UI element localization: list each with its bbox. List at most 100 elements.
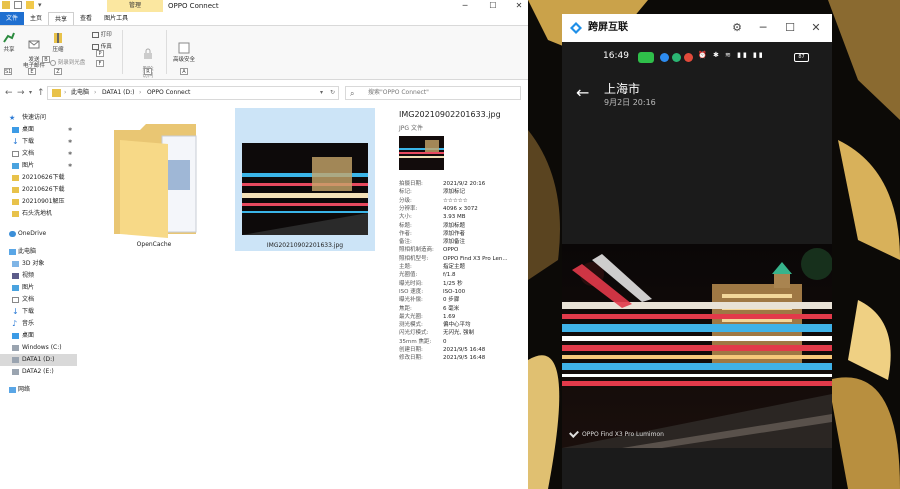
breadcrumb-this-pc[interactable]: 此电脑 <box>71 87 89 99</box>
document-icon <box>12 297 19 303</box>
nav-documents-pc[interactable]: 文档 <box>0 294 77 306</box>
folder-icon <box>52 89 61 97</box>
file-item-folder[interactable]: OpenCache <box>102 114 206 254</box>
nav-label: 3D 对象 <box>22 260 45 267</box>
close-button[interactable]: ✕ <box>807 14 825 42</box>
watermark-text: OPPO Find X3 Pro Lumimon <box>582 431 664 438</box>
settings-icon[interactable]: ⚙ <box>728 14 746 42</box>
search-input[interactable]: ⌕ 搜索"OPPO Connect" <box>345 86 521 100</box>
nav-label: DATA2 (E:) <box>22 368 54 375</box>
keytip: A <box>180 68 188 75</box>
zip-button[interactable]: 压缩 <box>50 32 66 53</box>
property-value: 2021/9/5 16:48 <box>443 355 486 362</box>
nav-drive-e[interactable]: DATA2 (E:) <box>0 366 77 378</box>
chevron-right-icon: › <box>139 89 142 96</box>
nav-label: 桌面 <box>22 332 35 339</box>
nav-folder[interactable]: 石头洗地机 <box>0 208 77 220</box>
desktop-icon <box>12 127 19 133</box>
back-button[interactable]: ← <box>5 87 13 99</box>
nav-drive-d[interactable]: DATA1 (D:) <box>0 354 77 366</box>
back-arrow-icon[interactable]: ← <box>576 83 589 103</box>
nav-label: 下载 <box>22 138 35 145</box>
details-file-name: IMG20210902201633.jpg <box>399 110 501 119</box>
nav-label: 石头洗地机 <box>22 210 53 217</box>
nav-folder[interactable]: 20210901解压 <box>0 196 77 208</box>
burn-label: 刻录到光盘 <box>57 60 86 66</box>
app-notification-icon <box>672 53 681 62</box>
property-row[interactable]: 修改日期: 2021/9/5 16:48 <box>399 354 527 363</box>
app-logo-icon <box>570 22 582 34</box>
maximize-button[interactable]: ☐ <box>781 14 799 42</box>
details-file-type: JPG 文件 <box>399 125 423 132</box>
forward-button[interactable]: → <box>17 87 25 99</box>
tab-home[interactable]: 主页 <box>24 12 48 25</box>
close-button[interactable]: ✕ <box>510 0 528 12</box>
email-button[interactable]: 发送 电子邮件 <box>22 32 46 69</box>
nav-network[interactable]: 网络 <box>0 384 77 396</box>
nav-drive-c[interactable]: Windows (C:) <box>0 342 77 354</box>
nav-downloads[interactable]: ↓ 下载 ✱ <box>0 136 77 148</box>
video-icon <box>12 273 19 279</box>
navigation-pane: ★ 快速访问 桌面 ✱ ↓ 下载 ✱ 文档 ✱ 图片 ✱ 20210626下载 <box>0 108 77 408</box>
nav-label: 下载 <box>22 308 35 315</box>
screen-cast-icon <box>638 52 654 63</box>
nav-label: 20210901解压 <box>22 198 65 205</box>
nav-quick-access[interactable]: ★ 快速访问 <box>0 112 77 124</box>
nav-downloads-pc[interactable]: ↓ 下载 <box>0 306 77 318</box>
advanced-security-label: 高级安全 <box>172 57 195 63</box>
nav-this-pc[interactable]: 此电脑 <box>0 246 77 258</box>
nav-desktop-pc[interactable]: 桌面 <box>0 330 77 342</box>
lock-icon <box>144 48 152 59</box>
refresh-icon[interactable]: ↻ <box>330 87 335 99</box>
pin-icon: ✱ <box>68 127 73 133</box>
nav-pictures-pc[interactable]: 图片 <box>0 282 77 294</box>
photo-view[interactable]: OPPO Find X3 Pro Lumimon <box>562 244 832 448</box>
nav-music[interactable]: ♪ 音乐 <box>0 318 77 330</box>
breadcrumb-oppo-connect[interactable]: OPPO Connect <box>147 87 190 99</box>
nav-folder[interactable]: 20210626下载 <box>0 172 77 184</box>
properties-icon[interactable] <box>14 1 22 9</box>
nav-onedrive[interactable]: OneDrive <box>0 228 77 240</box>
app-notification-icon <box>684 53 693 62</box>
keytip: S1 <box>4 68 12 75</box>
battery-icon: 87 <box>794 53 809 62</box>
file-name: IMG20210902201633.jpg <box>266 242 344 249</box>
share-button[interactable]: 共享 <box>2 32 16 53</box>
tab-file[interactable]: 文件 <box>0 12 25 25</box>
advanced-security-button[interactable]: 高级安全 <box>170 42 198 63</box>
keytip: P <box>96 50 104 57</box>
address-row: ← → ▾ ↑ › 此电脑 › DATA1 (D:) › OPPO Connec… <box>0 84 528 102</box>
window-title: OPPO Connect <box>168 2 219 10</box>
network-icon <box>9 387 16 393</box>
print-button[interactable]: 打印 <box>92 30 120 38</box>
oppo-logo-icon <box>569 428 579 438</box>
folder-icon <box>114 124 197 238</box>
minimize-button[interactable]: ─ <box>456 0 474 12</box>
nav-desktop[interactable]: 桌面 ✱ <box>0 124 77 136</box>
recent-locations-button[interactable]: ▾ <box>29 87 32 99</box>
nav-videos[interactable]: 视频 <box>0 270 77 282</box>
pictures-icon <box>12 163 19 169</box>
photo-datetime: 9月2日 20:16 <box>604 98 656 107</box>
ribbon-separator <box>166 30 167 74</box>
folder-icon[interactable] <box>2 1 10 9</box>
manage-context-tab[interactable]: 管理 <box>107 0 163 12</box>
file-item-image[interactable]: IMG20210902201633.jpg <box>235 108 375 251</box>
burn-disc-button[interactable]: 刻录到光盘 <box>50 58 100 66</box>
nav-documents[interactable]: 文档 ✱ <box>0 148 77 160</box>
customize-toolbar-icon[interactable]: ▾ <box>38 1 46 9</box>
chevron-down-icon[interactable]: ▾ <box>320 87 323 99</box>
nav-pictures[interactable]: 图片 ✱ <box>0 160 77 172</box>
tab-picture-tools[interactable]: 图片工具 <box>98 12 134 25</box>
fax-button[interactable]: 传真 <box>92 42 120 50</box>
new-folder-icon[interactable] <box>26 1 34 9</box>
minimize-button[interactable]: ─ <box>754 14 772 42</box>
nav-folder[interactable]: 20210626下载 <box>0 184 77 196</box>
address-bar[interactable]: › 此电脑 › DATA1 (D:) › OPPO Connect ▾ ↻ <box>47 86 339 100</box>
breadcrumb-data1[interactable]: DATA1 (D:) <box>102 87 135 99</box>
up-button[interactable]: ↑ <box>37 87 45 99</box>
nav-3d-objects[interactable]: 3D 对象 <box>0 258 77 270</box>
maximize-button[interactable]: ☐ <box>484 0 502 12</box>
tab-view[interactable]: 查看 <box>74 12 98 25</box>
tab-share[interactable]: 共享 <box>48 12 75 25</box>
